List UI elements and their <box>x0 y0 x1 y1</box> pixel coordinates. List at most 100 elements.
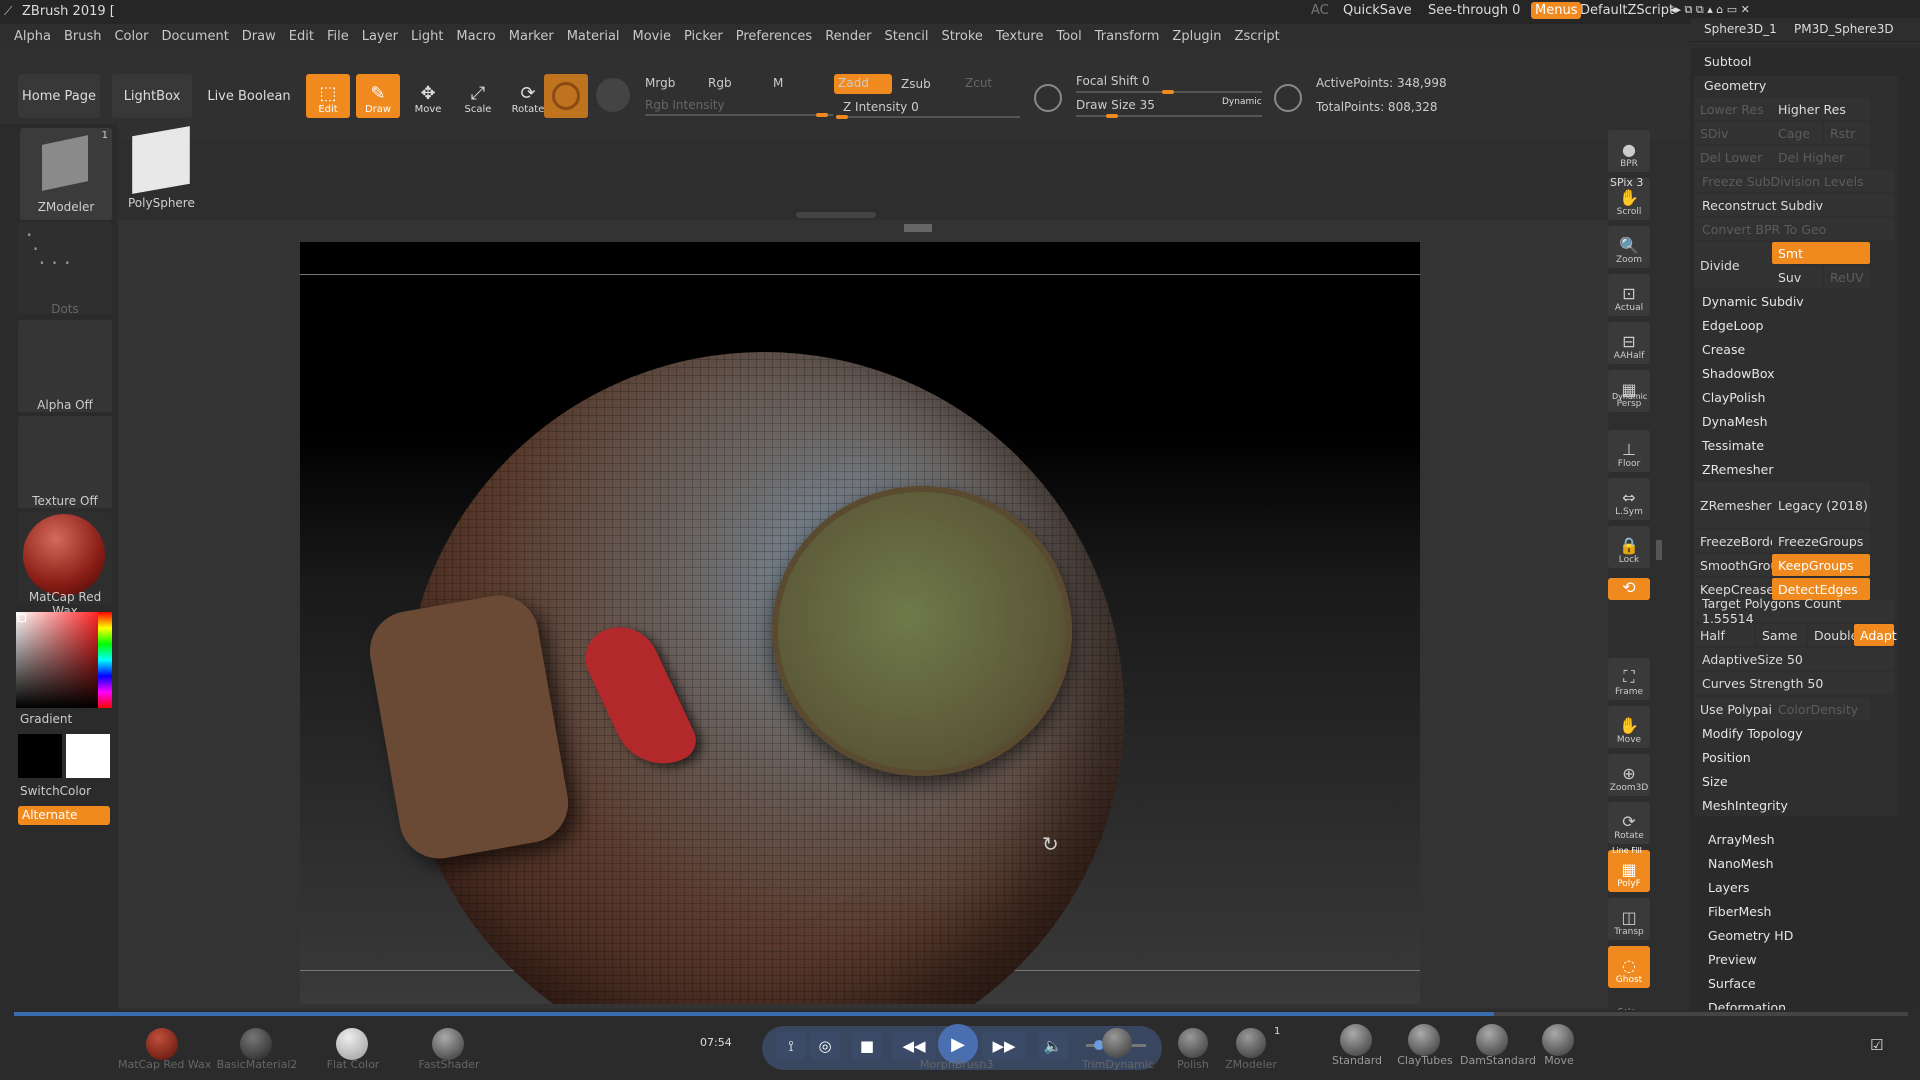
quicksave-button[interactable]: QuickSave <box>1343 3 1412 18</box>
draw-size-track[interactable] <box>1076 115 1262 117</box>
draw-size-knob[interactable] <box>1106 114 1118 118</box>
secondary-color-swatch[interactable] <box>18 734 62 778</box>
edgeloop-section[interactable]: EdgeLoop <box>1694 314 1894 336</box>
adapt-toggle[interactable]: Adapt <box>1854 624 1897 646</box>
target-polygons-slider[interactable]: Target Polygons Count 1.55514 <box>1694 596 1894 626</box>
cage-button[interactable]: Cage <box>1772 122 1822 144</box>
tessimate-section[interactable]: Tessimate <box>1694 434 1894 456</box>
freezegroups-toggle[interactable]: FreezeGroups <box>1772 530 1870 552</box>
checkbox-icon[interactable]: ☑ <box>1870 1036 1883 1054</box>
fast-forward-icon[interactable]: ▶▶ <box>982 1032 1026 1060</box>
material-3-icon[interactable] <box>432 1028 464 1060</box>
standard-brush-icon[interactable] <box>1340 1024 1372 1056</box>
layout-icons[interactable]: ◂▸ ⧉ ⧉ ▴ ⌂ ▭ ✕ <box>1670 3 1750 17</box>
freeze-subdiv-button[interactable]: Freeze SubDivision Levels <box>1694 170 1894 192</box>
spix-slider[interactable]: SPix 3 <box>1610 176 1643 189</box>
menu-draw[interactable]: Draw <box>242 29 276 44</box>
material-1-icon[interactable] <box>240 1028 272 1060</box>
alternate-button[interactable]: Alternate <box>18 806 110 825</box>
default-zscript-button[interactable]: DefaultZScript <box>1580 3 1674 18</box>
ac-label[interactable]: AC <box>1311 3 1329 18</box>
rgb-intensity-track[interactable] <box>645 114 833 116</box>
menus-button[interactable]: Menus <box>1531 2 1582 19</box>
same-button[interactable]: Same <box>1756 624 1806 646</box>
timeline-progress[interactable] <box>14 1012 1494 1016</box>
z-intensity-slider[interactable]: Z Intensity 0 <box>843 100 919 114</box>
focal-shift-slider[interactable]: Focal Shift 0 <box>1076 74 1150 88</box>
move-tool-button[interactable]: ✥ Move <box>406 74 450 118</box>
draw-size-slider[interactable]: Draw Size 35 <box>1076 98 1155 112</box>
menu-edit[interactable]: Edit <box>289 29 314 44</box>
menu-zplugin[interactable]: Zplugin <box>1172 29 1221 44</box>
document-scroll-handle[interactable] <box>904 224 932 232</box>
polysphere-thumb-icon[interactable] <box>132 126 190 194</box>
zcut-button[interactable]: Zcut <box>965 76 992 90</box>
stroke-dots-thumb[interactable]: · · · · · <box>18 222 112 314</box>
material-2-icon[interactable] <box>336 1028 368 1060</box>
lightbox-button[interactable]: LightBox <box>112 74 192 118</box>
menu-light[interactable]: Light <box>411 29 443 44</box>
frame-button[interactable]: ⛶ Frame <box>1608 658 1650 700</box>
zremesher-section[interactable]: ZRemesher <box>1694 458 1894 480</box>
rewind-icon[interactable]: ◀◀ <box>892 1032 936 1060</box>
actual-button[interactable]: ⊡ Actual <box>1608 274 1650 316</box>
double-button[interactable]: Double <box>1808 624 1858 646</box>
scale-tool-button[interactable]: ⤢ Scale <box>456 74 500 118</box>
modify-topology-section[interactable]: Modify Topology <box>1694 722 1894 744</box>
ghost-button[interactable]: ◌ Ghost <box>1608 946 1650 988</box>
focal-s-icon[interactable] <box>1034 84 1062 112</box>
volume-icon[interactable]: 🔈 <box>1038 1032 1068 1060</box>
dynamesh-section[interactable]: DynaMesh <box>1694 410 1894 432</box>
geometry-hd-menu[interactable]: Geometry HD <box>1700 924 1900 946</box>
right-splitter-handle[interactable] <box>1656 540 1662 560</box>
brush-preview-icon[interactable] <box>596 78 630 112</box>
half-button[interactable]: Half <box>1694 624 1754 646</box>
focal-shift-knob[interactable] <box>1162 90 1174 94</box>
rgb-button[interactable]: Rgb <box>708 76 732 90</box>
transp-button[interactable]: ◫ Transp <box>1608 898 1650 940</box>
menu-macro[interactable]: Macro <box>456 29 495 44</box>
material-0-icon[interactable] <box>146 1028 178 1060</box>
menu-zscript[interactable]: Zscript <box>1235 29 1280 44</box>
surface-menu[interactable]: Surface <box>1700 972 1900 994</box>
stop-icon[interactable]: ■ <box>852 1032 882 1060</box>
menu-movie[interactable]: Movie <box>633 29 671 44</box>
dynamic-toggle[interactable]: Dynamic <box>1222 97 1262 107</box>
claypolish-section[interactable]: ClayPolish <box>1694 386 1894 408</box>
preview-menu[interactable]: Preview <box>1700 948 1900 970</box>
suv-toggle[interactable]: Suv <box>1772 266 1822 288</box>
rstr-button[interactable]: Rstr <box>1824 122 1870 144</box>
live-boolean-button[interactable]: Live Boolean <box>204 74 294 118</box>
higher-res-button[interactable]: Higher Res <box>1772 98 1870 120</box>
bpr-button[interactable]: ● BPR <box>1608 130 1650 172</box>
menu-picker[interactable]: Picker <box>684 29 723 44</box>
color-density-slider[interactable]: ColorDensity <box>1772 698 1870 720</box>
damstandard-brush-icon[interactable] <box>1476 1024 1508 1056</box>
subtool-tab-pm3d[interactable]: PM3D_Sphere3D <box>1794 22 1894 36</box>
menu-layer[interactable]: Layer <box>362 29 398 44</box>
curves-strength-slider[interactable]: Curves Strength 50 <box>1694 672 1894 694</box>
menu-color[interactable]: Color <box>114 29 148 44</box>
home-page-button[interactable]: Home Page <box>18 74 100 118</box>
edit-tool-button[interactable]: ⬚ Edit <box>306 74 350 118</box>
menu-marker[interactable]: Marker <box>509 29 554 44</box>
keepgroups-toggle[interactable]: KeepGroups <box>1772 554 1870 576</box>
menu-file[interactable]: File <box>327 29 349 44</box>
m-button[interactable]: M <box>773 76 783 90</box>
layers-menu[interactable]: Layers <box>1700 876 1900 898</box>
claytubes-brush-icon[interactable] <box>1408 1024 1440 1056</box>
position-section[interactable]: Position <box>1694 746 1894 768</box>
lsym-button[interactable]: ⇔ L.Sym <box>1608 478 1650 520</box>
menu-alpha[interactable]: Alpha <box>14 29 51 44</box>
aahalf-button[interactable]: ⊟ AAHalf <box>1608 322 1650 364</box>
polyf-button[interactable]: ▦ PolyF <box>1608 850 1650 892</box>
fibermesh-menu[interactable]: FiberMesh <box>1700 900 1900 922</box>
zmodeler-brush-icon[interactable] <box>1236 1028 1266 1058</box>
zsub-button[interactable]: Zsub <box>901 77 931 91</box>
polish-brush-icon[interactable] <box>1178 1028 1208 1058</box>
main-color-swatch[interactable] <box>66 734 110 778</box>
rgb-intensity-knob[interactable] <box>816 113 828 117</box>
zoom-button[interactable]: 🔍 Zoom <box>1608 226 1650 268</box>
reuv-button[interactable]: ReUV <box>1824 266 1870 288</box>
persp-button[interactable]: ▦ Persp <box>1608 370 1650 412</box>
